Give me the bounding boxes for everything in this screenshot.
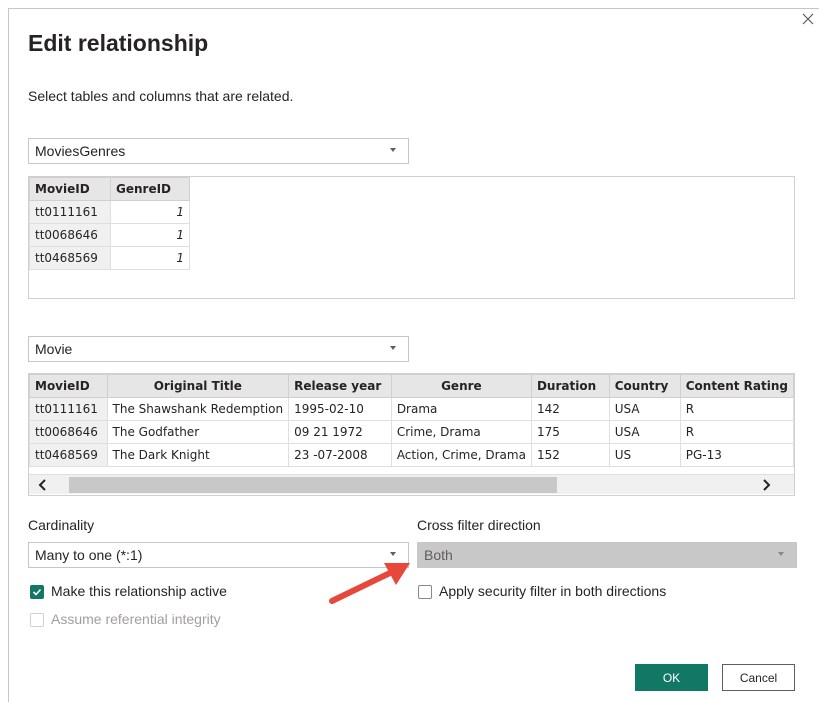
table-row: tt0468569 1 <box>29 246 190 270</box>
make-active-label: Make this relationship active <box>51 583 227 599</box>
chevron-down-icon <box>390 148 396 152</box>
table-cell: PG-13 <box>679 443 794 467</box>
column-header[interactable]: Release year <box>288 374 392 398</box>
table-cell: 175 <box>530 420 610 444</box>
table-cell: Crime, Drama <box>390 420 532 444</box>
cardinality-label: Cardinality <box>28 517 95 533</box>
column-header[interactable]: Country <box>608 374 681 398</box>
referential-integrity-label: Assume referential integrity <box>51 611 221 627</box>
table-row: tt0068646 1 <box>29 223 190 247</box>
checkmark-icon <box>32 588 42 596</box>
table-cell: tt0468569 <box>29 246 111 270</box>
table-cell: R <box>679 397 794 421</box>
column-header[interactable]: GenreID <box>110 177 190 201</box>
table-cell: tt0068646 <box>29 420 108 444</box>
table-cell: The Shawshank Redemption <box>106 397 290 421</box>
table-cell: Action, Crime, Drama <box>390 443 532 467</box>
column-header[interactable]: Content Rating <box>679 374 794 398</box>
table-row: tt0111161 1 <box>29 200 190 224</box>
column-header[interactable]: MovieID <box>29 177 111 201</box>
table-cell: 1995-02-10 <box>288 397 392 421</box>
table-cell: 152 <box>530 443 610 467</box>
table1-select-value: MoviesGenres <box>35 143 126 159</box>
table1-preview: MovieID GenreID tt0111161 1 tt0068646 1 … <box>28 176 795 299</box>
referential-integrity-checkbox <box>30 613 44 627</box>
table-cell: The Godfather <box>106 420 290 444</box>
cardinality-value: Many to one (*:1) <box>35 547 143 563</box>
table-cell: 142 <box>530 397 610 421</box>
dialog-title: Edit relationship <box>28 30 209 56</box>
table-cell: tt0111161 <box>29 200 111 224</box>
table-cell: The Dark Knight <box>106 443 290 467</box>
cross-filter-value: Both <box>424 547 453 563</box>
security-filter-checkbox[interactable] <box>418 585 432 599</box>
table-cell: tt0068646 <box>29 223 111 247</box>
make-active-checkbox[interactable] <box>30 585 44 599</box>
chevron-down-icon <box>778 552 784 556</box>
table2-grid: MovieID Original Title Release year Genr… <box>29 374 794 467</box>
column-header[interactable]: Duration <box>530 374 610 398</box>
horizontal-scrollbar[interactable] <box>29 474 794 494</box>
table-cell: 09 21 1972 <box>288 420 392 444</box>
cross-filter-select[interactable]: Both <box>417 542 797 568</box>
column-header[interactable]: Original Title <box>106 374 290 398</box>
dialog-subtitle: Select tables and columns that are relat… <box>28 88 294 104</box>
table-cell: 23 -07-2008 <box>288 443 392 467</box>
column-header[interactable]: MovieID <box>29 374 108 398</box>
scrollbar-thumb[interactable] <box>69 477 557 493</box>
table1-select[interactable]: MoviesGenres <box>28 138 409 164</box>
cross-filter-label: Cross filter direction <box>417 517 541 533</box>
chevron-left-icon[interactable] <box>35 477 51 493</box>
table-cell: tt0468569 <box>29 443 108 467</box>
red-arrow <box>329 563 410 604</box>
security-filter-label: Apply security filter in both directions <box>439 583 667 599</box>
table-cell: 1 <box>110 246 190 270</box>
chevron-down-icon <box>390 552 396 556</box>
table-row: tt0111161 The Shawshank Redemption 1995-… <box>29 397 794 421</box>
table-cell: USA <box>608 420 681 444</box>
chevron-down-icon <box>390 346 396 350</box>
table-cell: 1 <box>110 223 190 247</box>
table-cell: tt0111161 <box>29 397 108 421</box>
table2-select[interactable]: Movie <box>28 336 409 362</box>
table-cell: USA <box>608 397 681 421</box>
chevron-right-icon[interactable] <box>758 477 774 493</box>
table-cell: US <box>608 443 681 467</box>
table-cell: R <box>679 420 794 444</box>
cancel-button[interactable]: Cancel <box>722 664 795 691</box>
table-cell: 1 <box>110 200 190 224</box>
table-row: tt0068646 The Godfather 09 21 1972 Crime… <box>29 420 794 444</box>
table-row: tt0468569 The Dark Knight 23 -07-2008 Ac… <box>29 443 794 467</box>
table-cell: Drama <box>390 397 532 421</box>
table1-grid: MovieID GenreID tt0111161 1 tt0068646 1 … <box>29 177 190 270</box>
table2-select-value: Movie <box>35 341 73 357</box>
close-icon[interactable] <box>800 11 816 27</box>
column-header[interactable]: Genre <box>390 374 532 398</box>
ok-button[interactable]: OK <box>635 664 708 691</box>
